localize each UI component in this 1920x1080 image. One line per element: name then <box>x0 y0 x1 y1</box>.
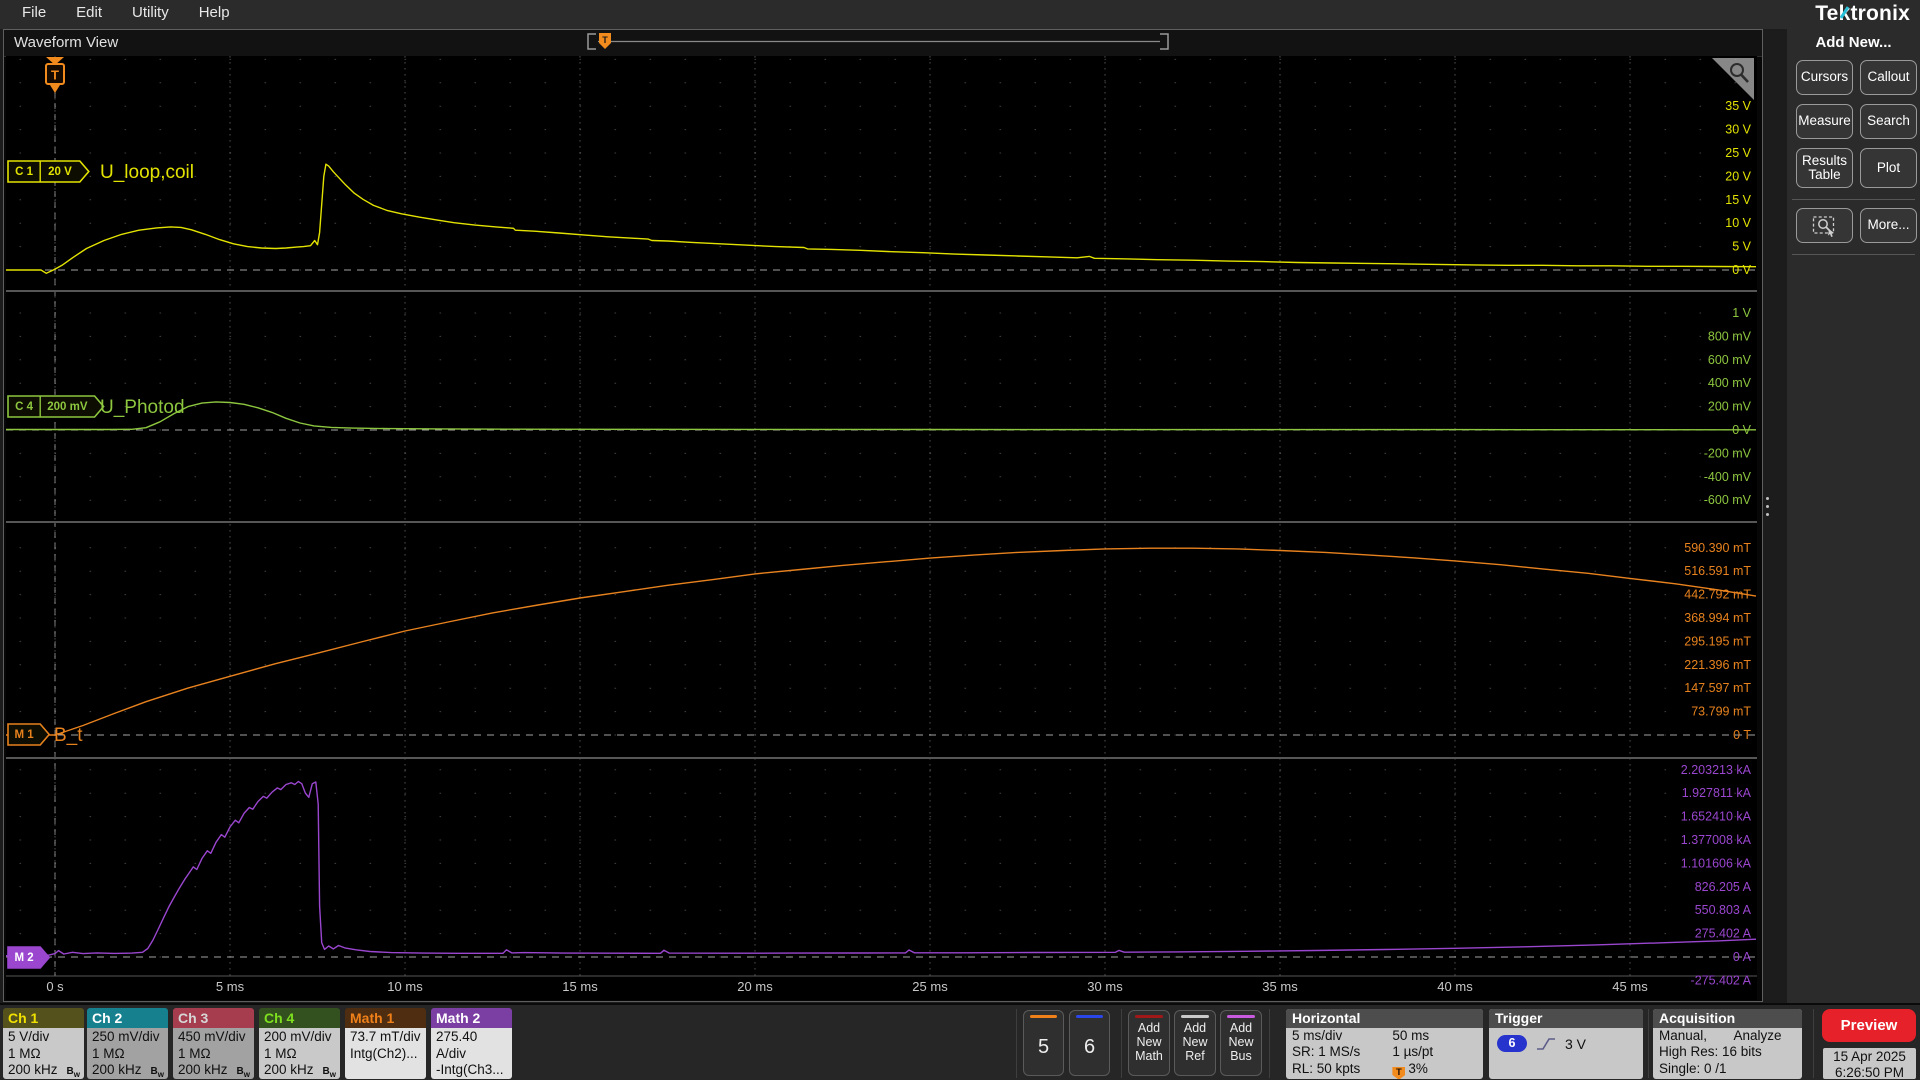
menu-help[interactable]: Help <box>199 4 230 21</box>
add-new-math-button[interactable]: Add New Math <box>1128 1010 1170 1076</box>
callout-button[interactable]: Callout <box>1860 60 1917 95</box>
horizontal-scale: 5 ms/div <box>1292 1028 1343 1043</box>
channel-badge-math2[interactable]: Math 2 275.40 A/div -Intg(Ch3... <box>431 1008 512 1079</box>
plot-button[interactable]: Plot <box>1860 148 1917 188</box>
divider <box>1813 1009 1814 1078</box>
trigger-panel-title: Trigger <box>1489 1009 1643 1028</box>
horizontal-sample-rate: SR: 1 MS/s <box>1292 1044 1361 1060</box>
channel-settings: 250 mV/div 1 MΩ 200 kHz Bw <box>87 1028 168 1079</box>
channel-name: Ch 4 <box>259 1008 340 1028</box>
channel-settings: 200 mV/div 1 MΩ 200 kHz Bw <box>259 1028 340 1079</box>
divider <box>1269 1009 1270 1078</box>
rising-edge-icon <box>1537 1037 1555 1050</box>
menu-file[interactable]: File <box>22 4 46 21</box>
time: 6:26:50 PM <box>1834 1064 1905 1080</box>
measure-button[interactable]: Measure <box>1796 104 1853 139</box>
horizontal-panel[interactable]: Horizontal 5 ms/div 50 ms SR: 1 MS/s 1 µ… <box>1286 1009 1483 1079</box>
preview-button[interactable]: Preview <box>1822 1009 1916 1042</box>
bandwidth-limit-icon: Bw <box>66 1066 80 1079</box>
horizontal-window: 50 ms <box>1392 1028 1430 1043</box>
results-table-button[interactable]: Results Table <box>1796 148 1853 188</box>
add-new-panel: Add New... Cursors Callout Measure Searc… <box>1787 29 1920 1003</box>
channel-name: Math 2 <box>431 1008 512 1028</box>
horizontal-record-length: RL: 50 kpts <box>1292 1060 1361 1076</box>
horizontal-resolution: 1 µs/pt <box>1392 1044 1434 1060</box>
acquisition-single: Single: 0 /1 <box>1659 1060 1727 1076</box>
trigger-level: 3 V <box>1565 1035 1587 1052</box>
bandwidth-limit-icon: Bw <box>150 1066 164 1079</box>
add-new-bus-button[interactable]: Add New Bus <box>1220 1010 1262 1076</box>
acquisition-analyze: Analyze <box>1733 1028 1782 1043</box>
bandwidth-limit-icon: Bw <box>322 1066 336 1079</box>
trigger-source-badge: 6 <box>1497 1035 1527 1052</box>
bandwidth-limit-icon: Bw <box>236 1066 250 1079</box>
zoom-select-icon <box>1812 215 1834 237</box>
channel-badge-ch4[interactable]: Ch 4 200 mV/div 1 MΩ 200 kHz Bw <box>259 1008 340 1079</box>
channel-badge-ch2[interactable]: Ch 2 250 mV/div 1 MΩ 200 kHz Bw <box>87 1008 168 1079</box>
channel-name: Ch 1 <box>3 1008 84 1028</box>
divider <box>1648 1009 1649 1078</box>
add-new-ref-button[interactable]: Add New Ref <box>1174 1010 1216 1076</box>
trigger-panel[interactable]: Trigger 6 3 V <box>1489 1009 1643 1079</box>
horizontal-trigger-position: 3% <box>1408 1060 1428 1076</box>
date: 15 Apr 2025 <box>1833 1049 1906 1064</box>
waveform-view-title: Waveform View <box>14 34 119 51</box>
channel-badge-ch3[interactable]: Ch 3 450 mV/div 1 MΩ 200 kHz Bw <box>173 1008 254 1079</box>
datetime-display: 15 Apr 2025 6:26:50 PM <box>1823 1048 1916 1080</box>
channel-name: Math 1 <box>345 1008 426 1028</box>
waveform-button-5[interactable]: 5 <box>1023 1010 1064 1076</box>
cursors-button[interactable]: Cursors <box>1796 60 1853 95</box>
tektronix-logo: Tektronix <box>1815 2 1910 25</box>
search-button[interactable]: Search <box>1860 104 1917 139</box>
acquisition-panel-title: Acquisition <box>1653 1009 1802 1028</box>
panel-drag-handle-icon[interactable] <box>1763 492 1771 521</box>
channel-settings: 73.7 mT/div Intg(Ch2)... <box>345 1028 426 1079</box>
channel-settings: 5 V/div 1 MΩ 200 kHz Bw <box>3 1028 84 1079</box>
channel-name: Ch 2 <box>87 1008 168 1028</box>
horizontal-panel-title: Horizontal <box>1286 1009 1483 1028</box>
more-button[interactable]: More... <box>1860 208 1917 243</box>
waveform-view-window: Waveform View <box>3 29 1763 1002</box>
divider <box>1121 1009 1122 1078</box>
zoom-select-button[interactable] <box>1796 208 1853 243</box>
channel-badge-math1[interactable]: Math 1 73.7 mT/div Intg(Ch2)... <box>345 1008 426 1079</box>
divider <box>1792 254 1915 255</box>
acquisition-mode: Manual, <box>1659 1028 1708 1043</box>
acquisition-panel[interactable]: Acquisition Manual, Analyze High Res: 16… <box>1653 1009 1802 1079</box>
divider <box>1016 1009 1017 1078</box>
trigger-position-icon: T <box>1392 1066 1406 1079</box>
bottom-settings-bar: Ch 15 V/div 1 MΩ 200 kHz Bw Ch 2 250 mV/div 1 … <box>0 1003 1920 1080</box>
menu-edit[interactable]: Edit <box>76 4 102 21</box>
add-new-title: Add New... <box>1815 34 1892 51</box>
channel-badge-ch1[interactable]: Ch 15 V/div 1 MΩ 200 kHz Bw <box>3 1008 84 1079</box>
channel-settings: 275.40 A/div -Intg(Ch3... <box>431 1028 512 1079</box>
waveform-button-6[interactable]: 6 <box>1069 1010 1110 1076</box>
channel-name: Ch 3 <box>173 1008 254 1028</box>
waveform-view-titlebar[interactable]: Waveform View <box>4 30 1762 57</box>
acquisition-resolution: High Res: 16 bits <box>1659 1044 1762 1060</box>
channel-settings: 450 mV/div 1 MΩ 200 kHz Bw <box>173 1028 254 1079</box>
menu-bar: File Edit Utility Help Tektronix <box>0 0 1920 29</box>
menu-utility[interactable]: Utility <box>132 4 169 21</box>
